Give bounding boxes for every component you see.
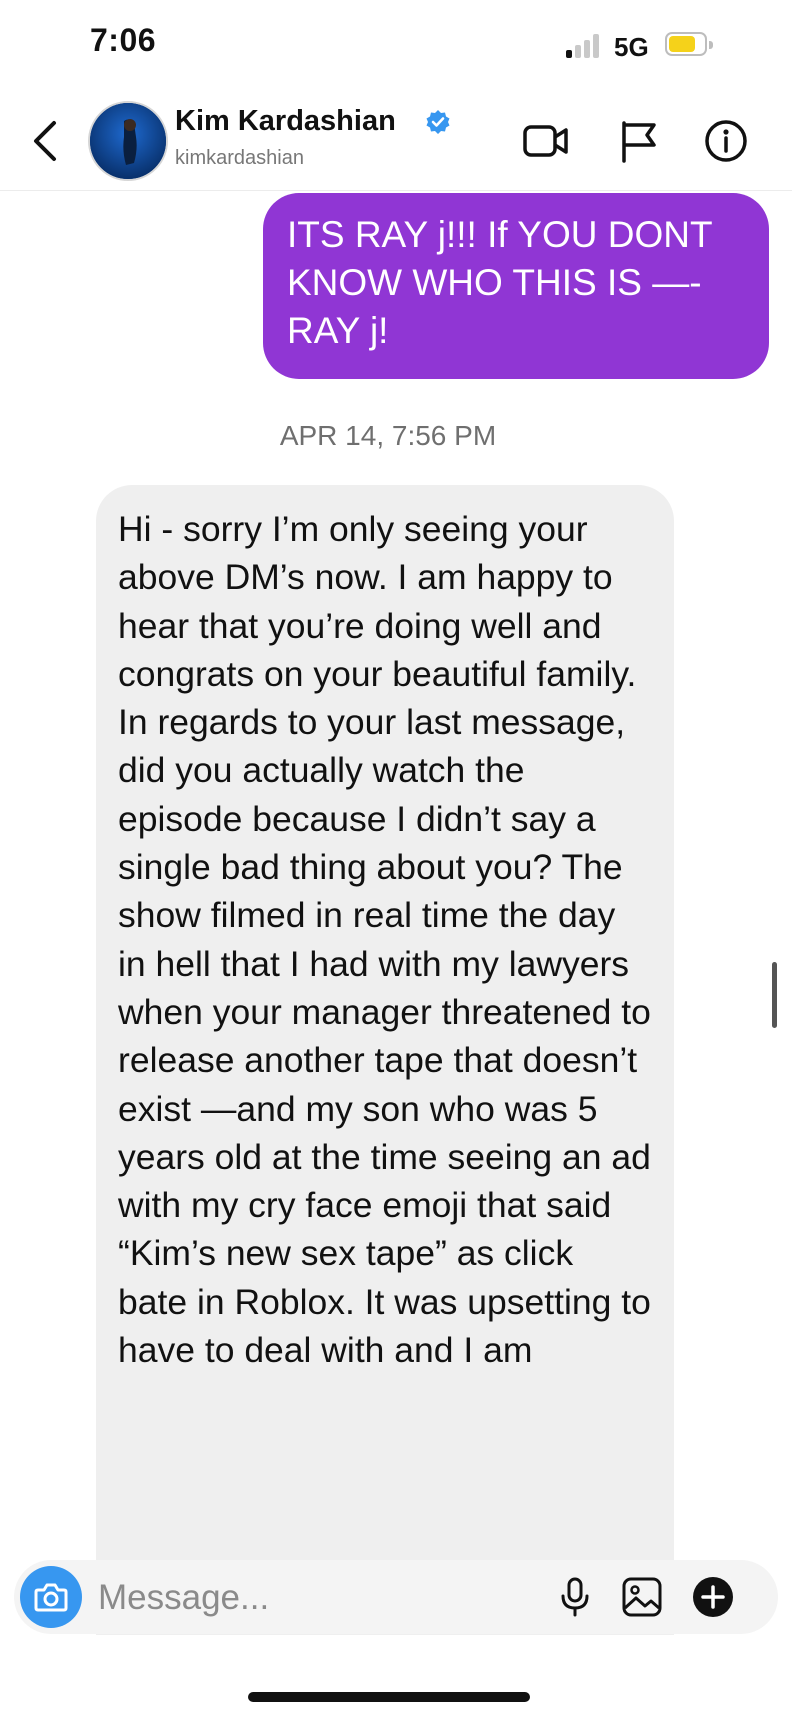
back-button[interactable] [26, 117, 66, 165]
flag-icon [622, 121, 656, 163]
message-timestamp: APR 14, 7:56 PM [279, 420, 497, 451]
message-input[interactable] [96, 1572, 530, 1624]
verified-badge-icon [426, 110, 450, 134]
plus-icon [693, 1577, 733, 1617]
info-icon [705, 120, 747, 162]
chevron-left-icon [34, 121, 56, 161]
avatar-image [90, 103, 166, 179]
flag-button[interactable] [612, 115, 664, 167]
incoming-message-bubble[interactable]: Hi - sorry I’m only seeing your above DM… [96, 485, 674, 1635]
gallery-icon [622, 1577, 662, 1617]
status-bar: 7:06 5G [0, 0, 792, 95]
signal-icon [566, 34, 606, 58]
contact-name[interactable]: Kim Kardashian [175, 105, 396, 138]
voice-message-button[interactable] [552, 1574, 598, 1620]
camera-icon [34, 1583, 68, 1612]
scrollbar[interactable] [772, 962, 777, 1028]
video-call-button[interactable] [520, 115, 572, 167]
chat-header: Kim Kardashian kimkardashian [0, 95, 792, 191]
outgoing-message-bubble[interactable]: ITS RAY j!!! If YOU DONT KNOW WHO THIS I… [263, 193, 769, 379]
microphone-icon [561, 1577, 589, 1617]
home-indicator[interactable] [248, 1692, 530, 1702]
status-time: 7:06 [90, 22, 157, 58]
contact-handle: kimkardashian [175, 147, 304, 169]
network-label: 5G [614, 32, 649, 62]
info-button[interactable] [700, 115, 752, 167]
gallery-button[interactable] [619, 1574, 665, 1620]
camera-button[interactable] [20, 1566, 82, 1628]
message-composer [14, 1560, 778, 1634]
video-call-icon [523, 125, 568, 157]
more-button[interactable] [690, 1574, 736, 1620]
avatar[interactable] [88, 101, 168, 181]
battery-icon [665, 32, 715, 58]
